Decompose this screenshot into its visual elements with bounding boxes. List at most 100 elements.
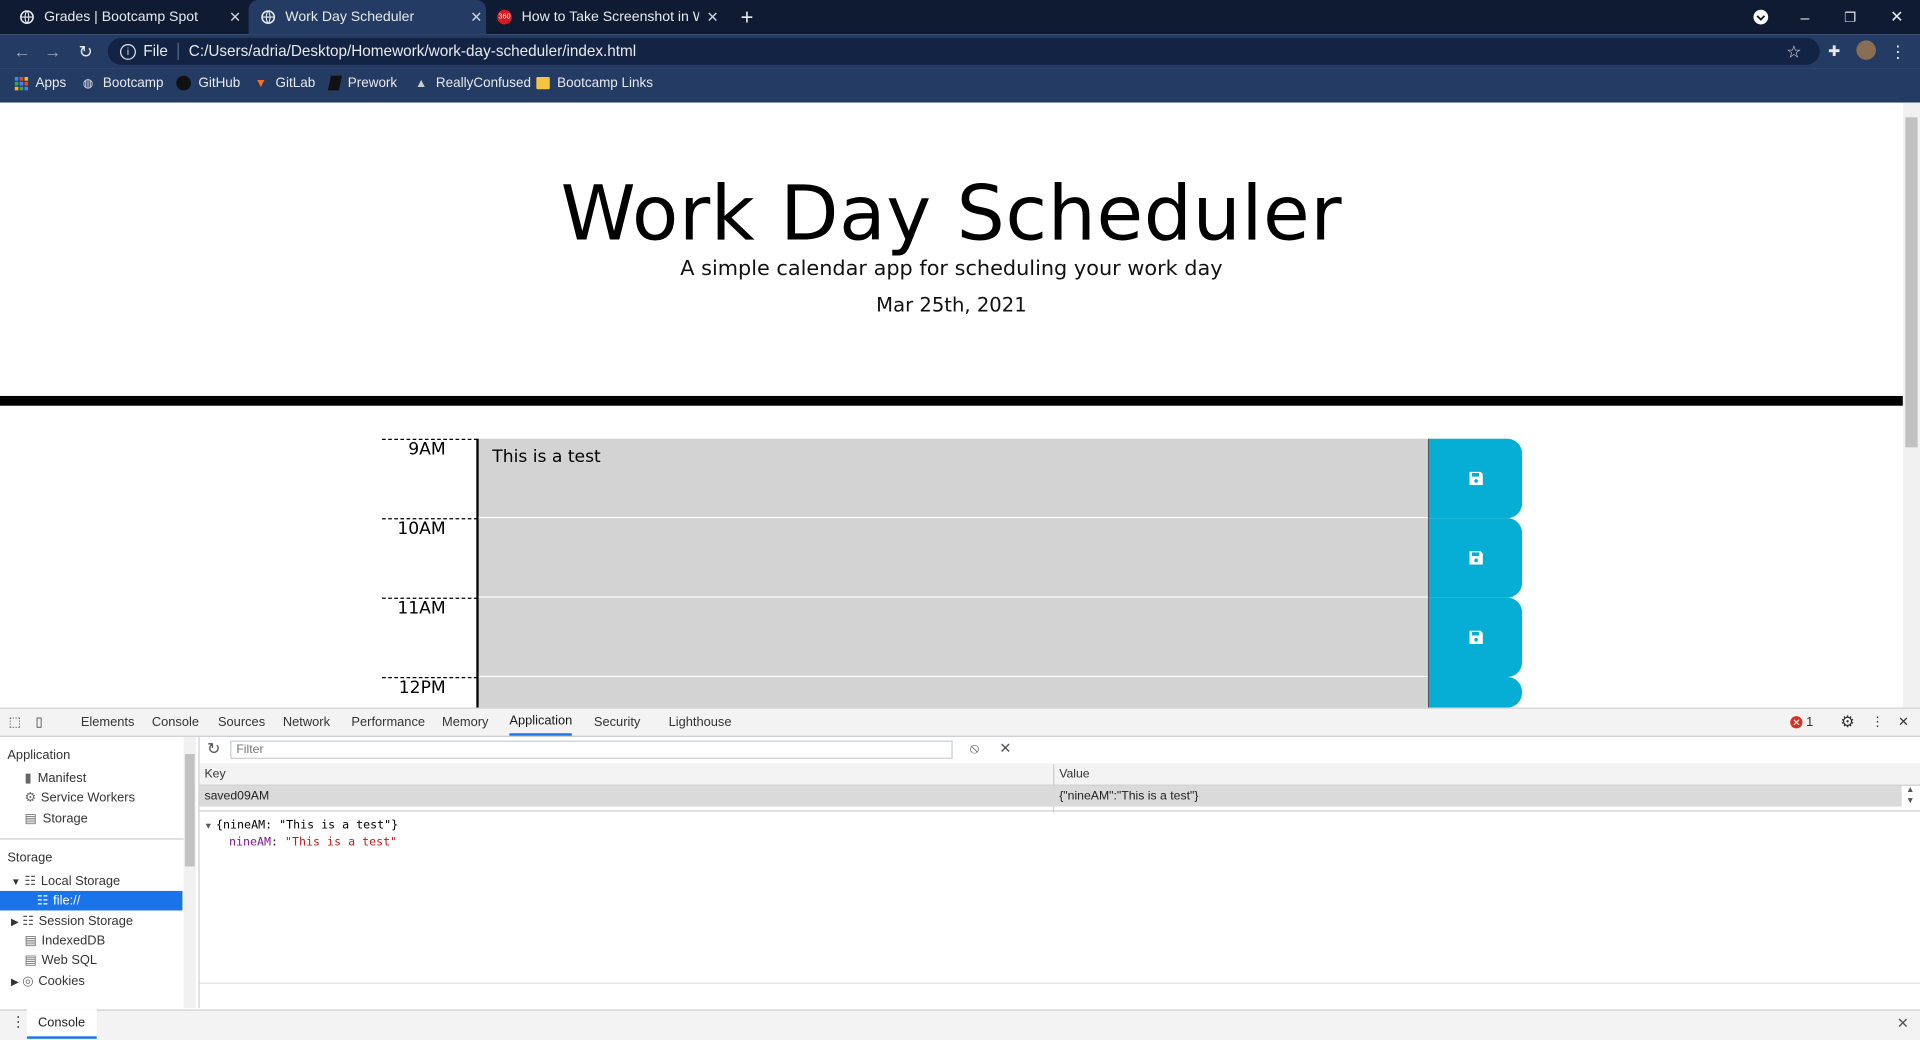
refresh-icon[interactable]: ↻: [207, 739, 220, 759]
tab-screenshot-article[interactable]: 360 How to Take Screenshot in Windows ✕: [487, 0, 725, 34]
event-textarea[interactable]: This is a test: [478, 438, 1428, 519]
apps-grid-icon: [13, 76, 28, 91]
filter-input[interactable]: [230, 740, 953, 759]
database-icon: ▤: [24, 811, 37, 827]
save-button[interactable]: [1427, 677, 1523, 708]
sidebar-section-application: Application: [7, 747, 71, 763]
tab-sources[interactable]: Sources: [218, 709, 265, 736]
row-value-cell: {"nineAM":"This is a test"}: [1059, 789, 1199, 803]
url-scheme: File: [143, 42, 168, 60]
sidebar-item-cookies[interactable]: ▶ ◎ Cookies: [11, 972, 85, 992]
close-devtools-icon[interactable]: ✕: [1898, 709, 1909, 736]
hour-label: 9AM: [382, 438, 478, 518]
avatar[interactable]: [1856, 40, 1876, 60]
sidebar-item-label: Local Storage: [40, 873, 121, 889]
tab-title: Grades | Bootcamp Spot: [44, 9, 199, 25]
table-bottom-border: [199, 810, 1920, 812]
globe-icon: [20, 10, 35, 25]
bookmark-reallyconfused[interactable]: ▲ ReallyConfused: [414, 68, 531, 97]
json-value: "This is a test": [285, 835, 398, 850]
tab-work-day-scheduler[interactable]: Work Day Scheduler ✕: [248, 0, 487, 35]
sidebar-item-label: IndexedDB: [41, 933, 106, 949]
tab-lighthouse[interactable]: Lighthouse: [669, 709, 732, 736]
bookmark-star-icon[interactable]: ☆: [1779, 34, 1808, 68]
restore-button[interactable]: ❐: [1828, 0, 1872, 34]
collapse-triangle-icon: ▶: [11, 915, 19, 927]
tab-title: Work Day Scheduler: [285, 9, 415, 25]
sidebar-item-web-sql[interactable]: ▤ Web SQL: [24, 951, 97, 971]
settings-gear-icon[interactable]: ⚙: [1840, 709, 1854, 736]
tab-grades[interactable]: Grades | Bootcamp Spot ✕: [0, 0, 245, 34]
json-root-line[interactable]: ▼ {nineAM: "This is a test"}: [206, 818, 398, 835]
close-icon[interactable]: ✕: [707, 9, 719, 26]
bookmark-label: Bootcamp: [102, 75, 164, 91]
inspect-element-icon[interactable]: ⬚: [9, 709, 21, 736]
grid-icon: ☷: [36, 893, 49, 909]
tab-application[interactable]: Application: [509, 709, 573, 736]
bookmark-github[interactable]: GitHub: [176, 68, 240, 97]
bookmark-label: GitLab: [275, 75, 316, 91]
drawer-tab-console[interactable]: Console: [26, 1009, 97, 1039]
column-header-key[interactable]: Key: [204, 767, 225, 780]
back-arrow-icon[interactable]: ←: [7, 34, 36, 68]
json-root-text: {nineAM: "This is a test"}: [216, 818, 399, 833]
row-key-cell: saved09AM: [204, 789, 270, 803]
reload-icon[interactable]: ↻: [71, 34, 100, 68]
database-icon: ▤: [24, 953, 37, 968]
device-toolbar-icon[interactable]: ▯: [36, 709, 43, 736]
sidebar-item-label: Service Workers: [40, 790, 136, 806]
delete-selected-icon[interactable]: ✕: [999, 739, 1011, 756]
sidebar-item-local-storage[interactable]: ▼ ☷ Local Storage: [11, 871, 120, 891]
tab-elements[interactable]: Elements: [81, 709, 135, 736]
tab-network[interactable]: Network: [283, 709, 330, 736]
event-textarea[interactable]: [478, 597, 1428, 678]
event-textarea[interactable]: [478, 518, 1428, 598]
bookmark-prework[interactable]: Prework: [327, 68, 397, 97]
page-title: Work Day Scheduler: [560, 168, 1343, 258]
tab-console[interactable]: Console: [152, 709, 199, 736]
sidebar-item-indexeddb[interactable]: ▤ IndexedDB: [24, 931, 105, 951]
gear-icon: ⚙: [24, 790, 37, 806]
sidebar-item-session-storage[interactable]: ▶ ☷ Session Storage: [11, 912, 133, 932]
drawer-menu-icon[interactable]: ⋮: [11, 1013, 26, 1030]
address-bar[interactable]: i File C:/Users/adria/Desktop/Homework/w…: [107, 37, 1820, 65]
info-icon[interactable]: i: [120, 43, 136, 60]
table-row[interactable]: [199, 785, 1902, 807]
sidebar-item-file-origin[interactable]: ☷ file://: [0, 890, 183, 911]
close-icon[interactable]: ✕: [229, 9, 241, 26]
column-header-value[interactable]: Value: [1059, 767, 1089, 780]
forward-arrow-icon[interactable]: →: [38, 34, 67, 68]
table-scroll-arrows-icon[interactable]: ▲ ▼: [1903, 785, 1918, 809]
close-icon[interactable]: ✕: [470, 9, 482, 26]
sidebar-scrollbar-thumb[interactable]: [184, 754, 195, 867]
bookmark-apps[interactable]: Apps: [13, 68, 66, 97]
sidebar-item-storage[interactable]: ▤ Storage: [24, 809, 87, 829]
menu-kebab-icon[interactable]: ⋮: [1883, 34, 1912, 68]
sidebar-item-label: Web SQL: [41, 953, 98, 968]
bookmark-bootcamp-links[interactable]: Bootcamp Links: [536, 68, 653, 97]
tab-memory[interactable]: Memory: [442, 709, 488, 736]
error-badge[interactable]: ✕ 1: [1790, 709, 1813, 736]
clear-all-icon[interactable]: ⦸: [970, 739, 980, 757]
tab-search-icon[interactable]: [1739, 0, 1783, 34]
page-scrollbar-thumb[interactable]: [1905, 117, 1918, 448]
save-button[interactable]: [1427, 518, 1523, 598]
minimize-button[interactable]: –: [1783, 0, 1827, 34]
sidebar-item-service-workers[interactable]: ⚙ Service Workers: [24, 788, 135, 808]
save-button[interactable]: [1427, 597, 1523, 678]
save-button[interactable]: [1427, 438, 1523, 519]
sidebar-item-label: Session Storage: [38, 914, 134, 929]
bookmark-gitlab[interactable]: ▼ GitLab: [253, 68, 315, 97]
url-text: C:/Users/adria/Desktop/Homework/work-day…: [188, 42, 637, 60]
extensions-icon[interactable]: ✚: [1820, 34, 1849, 68]
close-drawer-icon[interactable]: ✕: [1897, 1014, 1909, 1031]
tab-performance[interactable]: Performance: [351, 709, 425, 736]
close-window-button[interactable]: ✕: [1875, 0, 1919, 34]
tab-security[interactable]: Security: [594, 709, 640, 736]
bookmark-bootcamp[interactable]: ◍ Bootcamp: [81, 68, 164, 97]
new-tab-button[interactable]: +: [730, 0, 764, 34]
sidebar-item-manifest[interactable]: ▮ Manifest: [24, 769, 86, 789]
devtools-menu-icon[interactable]: ⋮: [1871, 709, 1884, 736]
gitlab-icon: ▼: [254, 76, 267, 90]
github-icon: [176, 75, 192, 91]
